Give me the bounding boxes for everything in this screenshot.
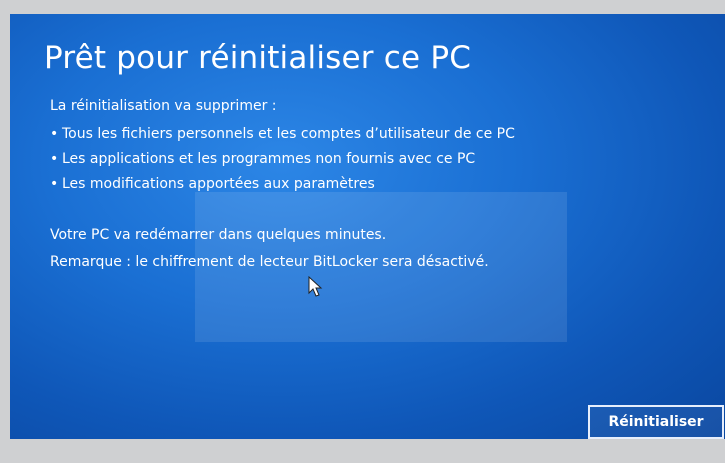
list-item-label: Les modifications apportées aux paramètr… — [62, 176, 375, 192]
list-item-label: Les applications et les programmes non f… — [62, 151, 476, 167]
page-title: Prêt pour réinitialiser ce PC — [44, 40, 472, 76]
removal-list: • Tous les fichiers personnels et les com… — [50, 122, 515, 197]
mouse-pointer-icon — [308, 276, 323, 297]
monitor-frame: Prêt pour réinitialiser ce PC La réiniti… — [0, 0, 725, 463]
list-item-label: Tous les fichiers personnels et les comp… — [62, 126, 515, 142]
list-item: • Tous les fichiers personnels et les com… — [50, 122, 515, 147]
intro-text: La réinitialisation va supprimer : — [50, 98, 277, 114]
list-item: • Les modifications apportées aux paramèt… — [50, 172, 515, 197]
reset-pc-screen: Prêt pour réinitialiser ce PC La réiniti… — [10, 14, 725, 439]
reset-button[interactable]: Réinitialiser — [588, 405, 724, 439]
list-item: • Les applications et les programmes non … — [50, 147, 515, 172]
bullet-icon: • — [50, 151, 59, 167]
bullet-icon: • — [50, 176, 59, 192]
restart-note: Votre PC va redémarrer dans quelques min… — [50, 227, 387, 243]
bullet-icon: • — [50, 126, 59, 142]
bitlocker-note: Remarque : le chiffrement de lecteur Bit… — [50, 254, 489, 270]
